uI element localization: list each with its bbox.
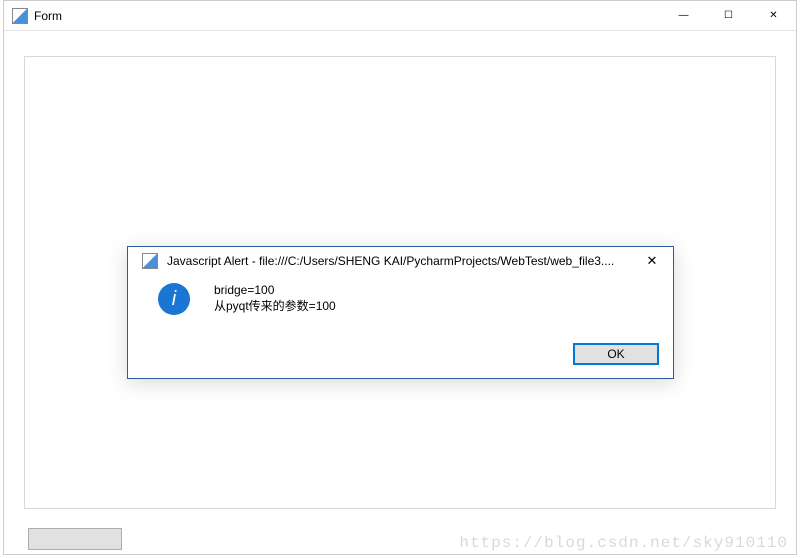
alert-footer: OK [573,343,659,365]
alert-line2: 从pyqt传来的参数=100 [214,298,336,314]
alert-line1: bridge=100 [214,282,336,298]
alert-titlebar: Javascript Alert - file:///C:/Users/SHEN… [128,247,673,275]
alert-dialog: Javascript Alert - file:///C:/Users/SHEN… [127,246,674,379]
close-icon: ✕ [769,10,777,21]
window-title: Form [34,9,661,23]
alert-close-button[interactable]: ✕ [631,248,673,275]
maximize-button[interactable]: ☐ [706,1,751,30]
main-titlebar: Form — ☐ ✕ [4,1,796,31]
alert-body: i bridge=100 从pyqt传来的参数=100 [128,275,673,315]
minimize-button[interactable]: — [661,1,706,30]
alert-app-icon [142,253,158,269]
ok-button[interactable]: OK [573,343,659,365]
info-icon: i [158,283,190,315]
bottom-button[interactable] [28,528,122,550]
app-icon [12,8,28,24]
close-button[interactable]: ✕ [751,1,796,30]
maximize-icon: ☐ [724,10,733,21]
alert-title: Javascript Alert - file:///C:/Users/SHEN… [164,254,631,268]
alert-message: bridge=100 从pyqt传来的参数=100 [190,281,336,315]
close-icon: ✕ [647,253,658,269]
minimize-icon: — [679,10,689,21]
window-controls: — ☐ ✕ [661,1,796,30]
